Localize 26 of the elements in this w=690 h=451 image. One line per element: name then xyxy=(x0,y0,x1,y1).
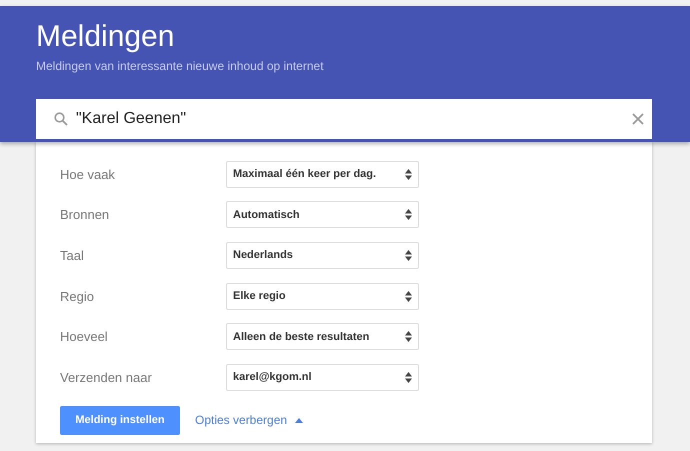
dropdown-arrows-icon xyxy=(405,290,412,302)
hide-options-link[interactable]: Opties verbergen xyxy=(195,413,304,428)
dropdown-arrows-icon xyxy=(405,209,412,220)
option-label: Bronnen xyxy=(60,207,110,222)
option-select[interactable]: Maximaal één keer per dag. xyxy=(226,160,419,188)
page-title: Meldingen xyxy=(36,19,176,55)
option-select[interactable]: Nederlands xyxy=(226,242,419,269)
caret-icon xyxy=(295,418,304,423)
search-field[interactable]: "Karel Geenen" xyxy=(76,110,624,128)
search-icon xyxy=(54,112,68,126)
dropdown-arrows-icon xyxy=(405,250,412,261)
option-label: Hoe vaak xyxy=(60,166,116,182)
option-label: Verzenden naar xyxy=(60,370,153,385)
dropdown-arrows-icon xyxy=(405,372,412,383)
option-select[interactable]: Elke regio xyxy=(226,282,419,310)
search-bar[interactable]: "Karel Geenen" xyxy=(36,99,652,139)
option-select[interactable]: Automatisch xyxy=(226,201,419,228)
dropdown-arrows-icon xyxy=(405,331,412,342)
option-select[interactable]: Alleen de beste resultaten xyxy=(226,323,419,350)
option-label: Regio xyxy=(60,288,95,304)
close-icon[interactable] xyxy=(632,113,644,125)
option-label: Taal xyxy=(60,248,85,263)
dropdown-arrows-icon xyxy=(405,168,412,180)
option-label: Hoeveel xyxy=(60,329,109,344)
page-subtitle: Meldingen van interessante nieuwe inhoud op internet xyxy=(36,59,325,73)
option-select[interactable]: karel@kgom.nl xyxy=(226,364,419,391)
